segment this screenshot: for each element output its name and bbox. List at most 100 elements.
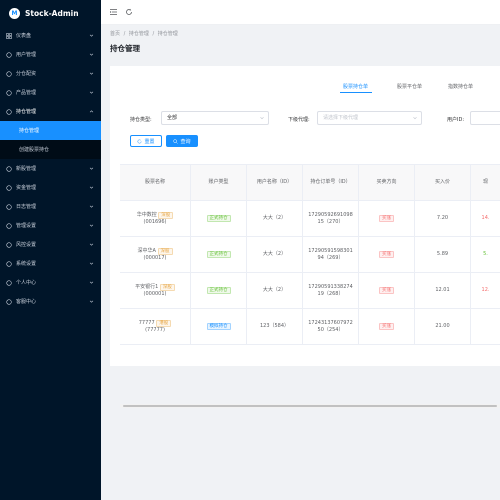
account-type-badge: 正式持仓 <box>206 287 231 294</box>
log-icon <box>6 203 12 210</box>
logo[interactable]: M Stock-Admin <box>0 0 101 26</box>
logo-letter: M <box>11 9 18 17</box>
sidebar-item[interactable]: 持仓管理 <box>0 102 101 121</box>
sidebar-item[interactable]: 系统设置 <box>0 254 101 273</box>
content-card: 股票持仓单 股票平仓单 指数持仓单 持仓类型: 全部 下级代理: 请选择下级代理… <box>110 66 500 408</box>
order-cell: 17290591338274 19（268） <box>303 273 359 308</box>
menu-fold-icon[interactable] <box>110 8 118 16</box>
buy-price-cell: 21.00 <box>415 309 471 344</box>
refresh-icon[interactable] <box>125 8 133 16</box>
direction-cell: 买涨 <box>359 309 415 344</box>
sidebar-item[interactable]: 分仓配资 <box>0 64 101 83</box>
scrollbar-thumb[interactable] <box>123 405 497 407</box>
chevron-down-icon <box>89 72 94 75</box>
user-id-label: 用户ID: <box>447 117 465 123</box>
sidebar-item[interactable]: 风控设置 <box>0 235 101 254</box>
chevron-down-icon <box>89 300 94 303</box>
col-header[interactable]: 用户名称（ID） <box>247 165 303 200</box>
sidebar-item[interactable]: 产品管理 <box>0 83 101 102</box>
user-cell: 大大（2） <box>247 273 303 308</box>
agent-placeholder: 请选择下级代理 <box>323 115 359 121</box>
chevron-down-icon <box>260 116 264 120</box>
stock-name-line: 深中华A 深股 <box>137 247 173 255</box>
agent-label: 下级代理: <box>288 117 310 123</box>
table-row[interactable]: 77777 港股 (77777) 模拟持仓 123（584） 1724313760797… <box>120 309 500 345</box>
person-icon <box>6 279 12 286</box>
sidebar-item-label: 产品管理 <box>16 90 37 96</box>
reset-button-label: 重置 <box>144 138 155 145</box>
top-bar <box>101 0 500 25</box>
sidebar-item[interactable]: 用户管理 <box>0 45 101 64</box>
sidebar-item[interactable]: 日志管理 <box>0 197 101 216</box>
table-row[interactable]: 平安银行1 深股 (000001) 正式持仓 大大（2） 17290591338274 … <box>120 273 500 309</box>
stock-name: 77777 <box>138 319 155 326</box>
refresh-icon <box>138 139 142 143</box>
account-type-badge: 正式持仓 <box>206 251 231 258</box>
service-icon <box>6 298 12 305</box>
submenu-item[interactable]: 创建股票持仓 <box>0 140 101 159</box>
manage-icon <box>6 222 12 229</box>
sidebar-item-label: 资金管理 <box>16 185 37 191</box>
market-badge: 港股 <box>156 319 172 327</box>
chevron-down-icon <box>89 186 94 189</box>
direction-cell: 买涨 <box>359 273 415 308</box>
account-type-badge: 模拟持仓 <box>206 323 231 330</box>
submenu-item[interactable]: 持仓管理 <box>0 121 101 140</box>
breadcrumb-home[interactable]: 首页 <box>110 31 120 37</box>
agent-select[interactable]: 请选择下级代理 <box>317 111 422 125</box>
chevron-down-icon <box>89 243 94 246</box>
buy-price-cell: 5.89 <box>415 237 471 272</box>
table-row[interactable]: 华中数控 深股 (001696) 正式持仓 大大（2） 17290592691098 1… <box>120 201 500 237</box>
col-header[interactable]: 账户类型 <box>191 165 247 200</box>
tab-stock-closed[interactable]: 股票平仓单 <box>397 83 422 90</box>
chevron-down-icon <box>89 205 94 208</box>
tab-stock-positions[interactable]: 股票持仓单 <box>343 83 368 90</box>
tab-bar: 股票持仓单 股票平仓单 指数持仓单 <box>110 80 500 94</box>
chevron-down-icon <box>89 224 94 227</box>
stock-code: (001696) <box>143 218 167 225</box>
buy-price-cell: 12.01 <box>415 273 471 308</box>
account-type-value: 全部 <box>167 115 178 121</box>
table-row[interactable]: 深中华A 深股 (000017) 正式持仓 大大（2） 17290591598301 9… <box>120 237 500 273</box>
col-header[interactable]: 买卖方向 <box>359 165 415 200</box>
sidebar-item[interactable]: 资金管理 <box>0 178 101 197</box>
market-badge: 深股 <box>159 283 175 291</box>
sidebar: M Stock-Admin 仪表盘 用户管理 分仓配资 产品管理 持仓管理 持仓管理 创建股… <box>0 0 101 500</box>
breadcrumb-separator: / <box>152 31 155 37</box>
sidebar-item[interactable]: 管理设置 <box>0 216 101 235</box>
col-header[interactable]: 买入价 <box>415 165 471 200</box>
direction-badge: 买涨 <box>379 323 394 330</box>
market-badge: 深股 <box>157 247 173 255</box>
col-header[interactable]: 持仓订单号（ID） <box>303 165 359 200</box>
direction-badge: 买涨 <box>379 215 394 222</box>
col-header[interactable]: 现 <box>471 165 500 200</box>
share-icon <box>6 70 12 77</box>
chevron-down-icon <box>89 91 94 94</box>
sidebar-item[interactable]: 客服中心 <box>0 292 101 311</box>
position-icon <box>6 108 12 115</box>
sidebar-item[interactable]: 新股管理 <box>0 159 101 178</box>
account-type-label: 持仓类型: <box>130 117 152 123</box>
horizontal-scrollbar[interactable] <box>120 404 500 408</box>
chevron-up-icon <box>89 110 94 113</box>
account-type-select[interactable]: 全部 <box>161 111 269 125</box>
user-id-input[interactable] <box>470 111 500 125</box>
stock-name: 深中华A <box>137 247 156 254</box>
sidebar-menu: 仪表盘 用户管理 分仓配资 产品管理 持仓管理 持仓管理 创建股票持仓 新股管理 资金管理 日志管… <box>0 26 101 311</box>
search-icon <box>173 138 179 144</box>
risk-icon <box>6 241 12 248</box>
sidebar-item-label: 用户管理 <box>16 52 37 58</box>
search-button[interactable]: 查询 <box>166 135 198 147</box>
breadcrumb-item[interactable]: 持仓管理 <box>129 31 149 37</box>
stock-code: (000001) <box>143 290 167 297</box>
sidebar-item[interactable]: 个人中心 <box>0 273 101 292</box>
chevron-down-icon <box>89 167 94 170</box>
tab-index-positions[interactable]: 指数持仓单 <box>448 83 473 90</box>
col-header[interactable]: 股票名称 <box>120 165 191 200</box>
stock-name-line: 平安银行1 深股 <box>135 283 175 291</box>
reset-button[interactable]: 重置 <box>130 135 162 147</box>
sidebar-item-label: 仪表盘 <box>16 33 32 39</box>
stock-name-line: 77777 港股 <box>138 319 172 327</box>
tab-active-indicator <box>340 92 372 93</box>
sidebar-item[interactable]: 仪表盘 <box>0 26 101 45</box>
